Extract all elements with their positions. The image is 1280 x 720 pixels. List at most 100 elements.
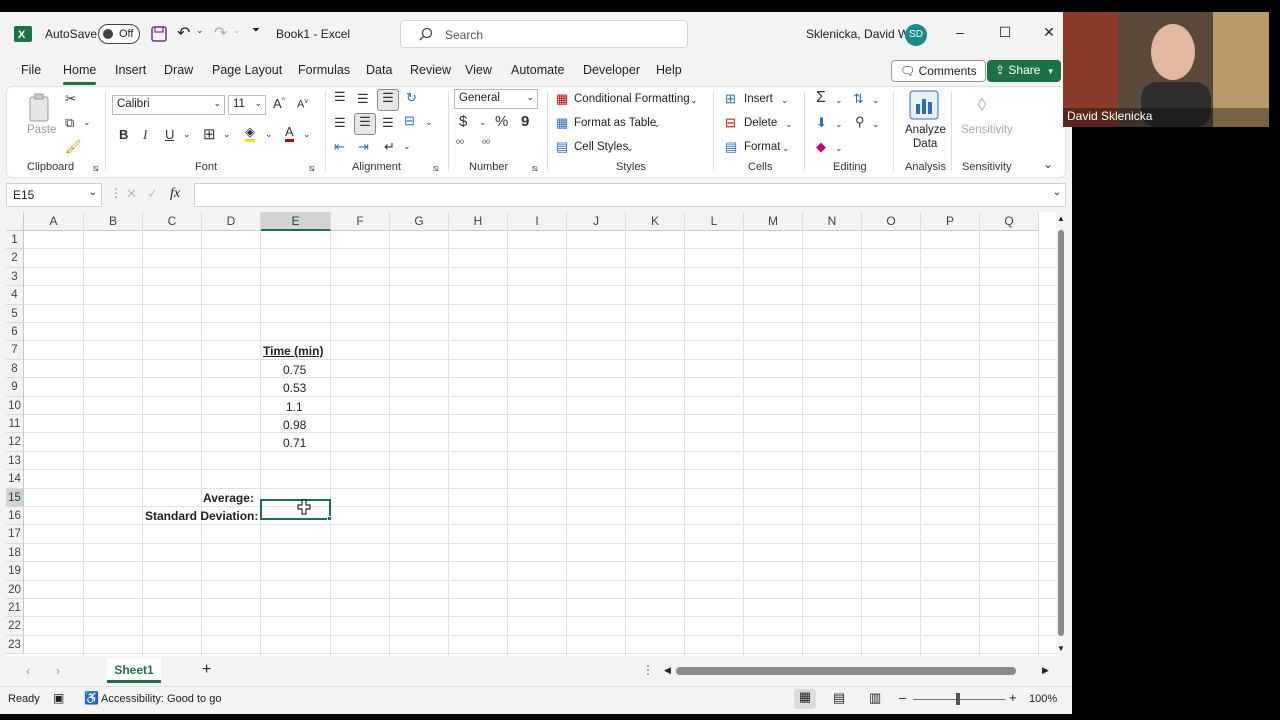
format-cells-icon[interactable]: ▤ bbox=[725, 139, 737, 155]
scroll-down-icon[interactable]: ▼ bbox=[1057, 644, 1065, 653]
conditional-formatting-button[interactable]: Conditional Formatting bbox=[574, 93, 690, 105]
row-header-6[interactable]: 6 bbox=[6, 323, 24, 342]
paste-icon[interactable] bbox=[27, 93, 53, 123]
align-middle-icon[interactable]: ☰ bbox=[357, 91, 369, 107]
insert-dropdown-icon[interactable]: ⌄ bbox=[781, 95, 789, 106]
find-dropdown-icon[interactable]: ⌄ bbox=[872, 119, 880, 130]
decrease-font-icon[interactable]: Av bbox=[297, 98, 308, 111]
row-header-2[interactable]: 2 bbox=[6, 249, 24, 268]
user-name[interactable]: Sklenicka, David W bbox=[806, 27, 909, 41]
accessibility-icon[interactable]: ♿ bbox=[84, 691, 99, 705]
row-header-12[interactable]: 12 bbox=[6, 433, 24, 452]
increase-indent-icon[interactable]: ⇥ bbox=[358, 139, 369, 155]
horizontal-scroll-thumb[interactable] bbox=[676, 667, 1016, 675]
fill-color-icon[interactable]: ◈ bbox=[245, 125, 255, 142]
borders-dropdown-icon[interactable]: ⌄ bbox=[223, 129, 231, 140]
scroll-right-icon[interactable]: ▶ bbox=[1042, 665, 1049, 676]
delete-cells-button[interactable]: Delete bbox=[744, 117, 777, 129]
tab-page-layout[interactable]: Page Layout bbox=[212, 63, 282, 77]
column-header-a[interactable]: A bbox=[24, 212, 84, 231]
wrap-dropdown-icon[interactable]: ⌄ bbox=[403, 141, 411, 152]
row-header-22[interactable]: 22 bbox=[6, 617, 24, 636]
percent-icon[interactable]: % bbox=[495, 113, 508, 130]
autosum-dropdown-icon[interactable]: ⌄ bbox=[835, 95, 843, 106]
sort-filter-icon[interactable]: ⇅ bbox=[853, 91, 864, 107]
search-box[interactable]: Search bbox=[400, 20, 688, 48]
formula-input[interactable]: ⌄ bbox=[194, 183, 1066, 207]
tab-draw[interactable]: Draw bbox=[164, 63, 193, 77]
row-header-3[interactable]: 3 bbox=[6, 267, 24, 287]
row-header-8[interactable]: 8 bbox=[6, 359, 24, 379]
row-header-11[interactable]: 11 bbox=[6, 415, 24, 434]
number-format-select[interactable]: General ⌄ bbox=[454, 89, 538, 109]
wrap-text-icon[interactable]: ↵ bbox=[384, 139, 395, 155]
column-header-m[interactable]: M bbox=[744, 212, 803, 231]
zoom-level[interactable]: 100% bbox=[1029, 693, 1057, 705]
column-header-i[interactable]: I bbox=[508, 212, 567, 231]
vertical-scrollbar[interactable]: ▲ ▼ bbox=[1056, 212, 1066, 656]
cut-icon[interactable]: ✂ bbox=[65, 91, 76, 107]
font-color-dropdown-icon[interactable]: ⌄ bbox=[303, 129, 311, 140]
cell-styles-icon[interactable]: ▤ bbox=[556, 139, 568, 155]
number-launcher-icon[interactable]: ⧅ bbox=[532, 163, 538, 174]
row-header-15[interactable]: 15 bbox=[6, 488, 24, 507]
comments-button[interactable]: 🗨 Comments bbox=[891, 60, 986, 82]
copy-dropdown-icon[interactable]: ⌄ bbox=[83, 117, 91, 128]
format-cells-button[interactable]: Format bbox=[744, 141, 780, 153]
merge-dropdown-icon[interactable]: ⌄ bbox=[425, 117, 433, 128]
autosum-icon[interactable]: Σ bbox=[816, 89, 826, 107]
scroll-left-icon[interactable]: ◀ bbox=[664, 665, 671, 676]
fill-handle[interactable] bbox=[327, 516, 332, 521]
macro-recording-icon[interactable]: ▣ bbox=[53, 691, 64, 705]
sheet-tab-sheet1[interactable]: Sheet1 bbox=[107, 658, 161, 683]
decrease-indent-icon[interactable]: ⇤ bbox=[334, 139, 345, 155]
average-label-cell[interactable]: Average: bbox=[203, 491, 254, 505]
add-sheet-icon[interactable]: + bbox=[202, 661, 211, 679]
column-header-o[interactable]: O bbox=[862, 212, 921, 231]
column-header-k[interactable]: K bbox=[626, 212, 685, 231]
conditional-formatting-icon[interactable]: ▦ bbox=[556, 91, 568, 107]
align-top-icon[interactable]: ☰ bbox=[334, 89, 346, 105]
row-header-19[interactable]: 19 bbox=[6, 562, 24, 581]
increase-decimal-icon[interactable]: ⁰⁰ bbox=[456, 139, 464, 150]
autosave-toggle[interactable]: Off bbox=[98, 24, 140, 44]
format-table-icon[interactable]: ▦ bbox=[556, 115, 568, 131]
row-header-9[interactable]: 9 bbox=[6, 378, 24, 397]
analyze-data-label1[interactable]: Analyze bbox=[905, 124, 946, 136]
undo-icon[interactable]: ↶ bbox=[177, 23, 190, 43]
page-layout-view-icon[interactable]: ▤ bbox=[833, 690, 845, 706]
redo-dropdown-icon[interactable]: ⌄ bbox=[233, 25, 241, 36]
font-color-icon[interactable]: A bbox=[285, 125, 294, 142]
share-dropdown-icon[interactable]: ▾ bbox=[1048, 66, 1053, 76]
row-header-17[interactable]: 17 bbox=[6, 525, 24, 544]
save-icon[interactable] bbox=[151, 26, 167, 42]
clear-dropdown-icon[interactable]: ⌄ bbox=[835, 143, 843, 154]
value-cell-e11[interactable]: 0.98 bbox=[283, 418, 306, 432]
share-button[interactable]: ⇪ Share ▾ bbox=[987, 60, 1061, 82]
column-header-q[interactable]: Q bbox=[980, 212, 1039, 231]
clear-icon[interactable]: ◆ bbox=[816, 139, 826, 155]
tab-developer[interactable]: Developer bbox=[583, 63, 640, 77]
align-bottom-icon[interactable]: ☰ bbox=[377, 89, 399, 111]
font-size-select[interactable]: 11 ⌄ bbox=[228, 95, 266, 115]
row-header-10[interactable]: 10 bbox=[6, 396, 24, 415]
conditional-dropdown-icon[interactable]: ⌄ bbox=[690, 95, 698, 106]
merge-center-icon[interactable]: ⊟ bbox=[404, 113, 415, 129]
avatar[interactable]: SD bbox=[905, 24, 927, 46]
font-name-select[interactable]: Calibri ⌄ bbox=[112, 95, 225, 115]
time-header-cell[interactable]: Time (min) bbox=[263, 344, 323, 358]
tab-formulas[interactable]: Formulas bbox=[298, 63, 350, 77]
tab-view[interactable]: View bbox=[465, 63, 492, 77]
sort-dropdown-icon[interactable]: ⌄ bbox=[872, 95, 880, 106]
next-sheet-icon[interactable]: › bbox=[56, 664, 60, 678]
column-header-g[interactable]: G bbox=[390, 212, 449, 231]
delete-dropdown-icon[interactable]: ⌄ bbox=[785, 119, 793, 130]
tab-automate[interactable]: Automate bbox=[511, 63, 565, 77]
collapse-ribbon-icon[interactable]: ⌄ bbox=[1043, 157, 1053, 171]
copy-icon[interactable]: ⧉ bbox=[65, 115, 74, 131]
analyze-data-label2[interactable]: Data bbox=[913, 138, 937, 150]
undo-dropdown-icon[interactable]: ⌄ bbox=[196, 25, 204, 36]
tab-home[interactable]: Home bbox=[63, 63, 97, 85]
tab-review[interactable]: Review bbox=[410, 63, 451, 77]
row-header-23[interactable]: 23 bbox=[6, 635, 24, 655]
